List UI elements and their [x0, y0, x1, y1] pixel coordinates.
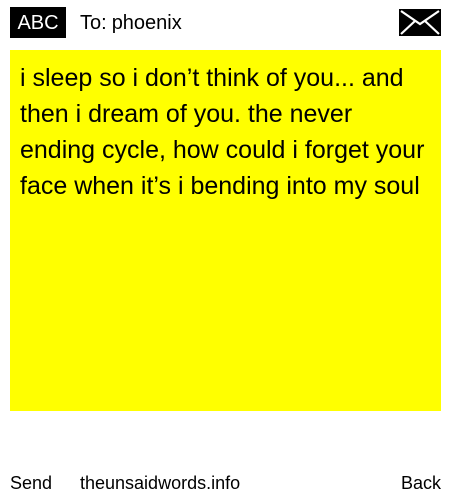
input-mode-badge[interactable]: ABC — [10, 7, 66, 38]
envelope-icon[interactable] — [399, 9, 441, 36]
to-label: To: — [80, 12, 107, 34]
message-header: ABC To: phoenix — [0, 0, 450, 44]
message-screen: ABC To: phoenix i sleep so i don’t think … — [0, 0, 450, 500]
message-note: i sleep so i don’t think of you... and t… — [10, 50, 441, 411]
message-text: i sleep so i don’t think of you... and t… — [20, 64, 425, 200]
site-link[interactable]: theunsaidwords.info — [80, 466, 240, 500]
send-button[interactable]: Send — [10, 466, 52, 500]
recipient-name: phoenix — [111, 12, 182, 34]
message-footer: Send theunsaidwords.info Back — [0, 466, 450, 500]
back-button[interactable]: Back — [401, 466, 441, 500]
recipient-line: To: phoenix — [80, 8, 182, 38]
